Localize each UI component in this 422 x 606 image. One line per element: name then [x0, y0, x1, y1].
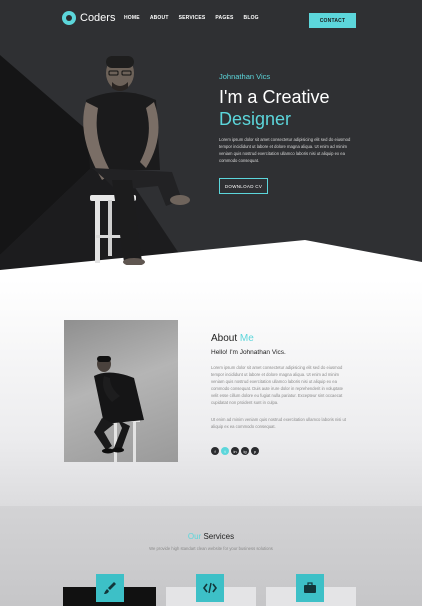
- hero-section: Coders HOME ABOUT SERVICES PAGES BLOG CO…: [0, 0, 422, 280]
- about-section: About Me Hello! I'm Johnathan Vics. Lore…: [0, 280, 422, 506]
- top-nav: Coders HOME ABOUT SERVICES PAGES BLOG CO…: [0, 0, 422, 38]
- services-subtitle: We provide high standart clean website f…: [149, 546, 273, 551]
- code-icon: [196, 574, 224, 602]
- hero-heading: I'm a Creative: [219, 87, 330, 107]
- about-heading-text: About: [211, 333, 238, 344]
- services-section: Our Services We provide high standart cl…: [0, 506, 422, 606]
- linkedin-icon[interactable]: in: [231, 447, 239, 455]
- about-description-secondary: Ut enim ad minim veniam quis nostrud exe…: [211, 417, 346, 429]
- about-greeting: Hello! I'm Johnathan Vics.: [211, 349, 286, 356]
- twitter-icon[interactable]: t: [221, 447, 229, 455]
- social-links: f t in ig p: [211, 447, 259, 455]
- hero-description: Lorem ipsum dolor sit amet consectetur a…: [219, 137, 351, 163]
- brush-icon: [96, 574, 124, 602]
- briefcase-icon: [296, 574, 324, 602]
- logo-icon[interactable]: [62, 11, 76, 25]
- pinterest-icon[interactable]: p: [251, 447, 259, 455]
- facebook-icon[interactable]: f: [211, 447, 219, 455]
- hero-name: Johnathan Vics: [219, 72, 271, 81]
- contact-button[interactable]: CONTACT: [309, 13, 356, 28]
- download-cv-button[interactable]: DOWNLOAD CV: [219, 178, 268, 194]
- hero-portrait-image: [83, 56, 190, 265]
- hero-heading-highlight: Designer: [219, 109, 292, 129]
- about-heading-highlight: Me: [239, 333, 254, 344]
- services-heading: Our Services: [0, 532, 422, 541]
- nav-item-blog[interactable]: BLOG: [244, 14, 259, 22]
- nav-menu: HOME ABOUT SERVICES PAGES BLOG: [124, 14, 259, 22]
- about-portrait-image: [64, 320, 178, 462]
- about-description: Lorem ipsum dolor sit amet consectetur a…: [211, 365, 343, 405]
- services-heading-text: Services: [203, 532, 235, 541]
- nav-item-services[interactable]: SERVICES: [179, 14, 206, 22]
- nav-item-home[interactable]: HOME: [124, 14, 140, 22]
- services-heading-highlight: Our: [187, 532, 202, 541]
- about-heading: About Me: [211, 333, 254, 344]
- nav-item-pages[interactable]: PAGES: [215, 14, 233, 22]
- brand-name[interactable]: Coders: [80, 11, 115, 25]
- nav-item-about[interactable]: ABOUT: [150, 14, 169, 22]
- instagram-icon[interactable]: ig: [241, 447, 249, 455]
